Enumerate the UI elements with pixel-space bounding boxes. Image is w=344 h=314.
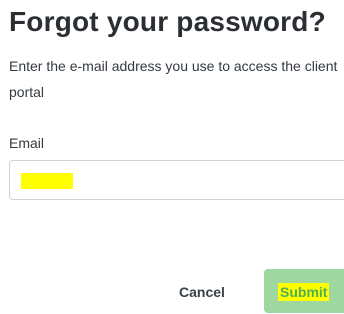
cancel-button[interactable]: Cancel <box>164 270 240 314</box>
submit-button-label: Submit <box>278 283 330 301</box>
email-field[interactable] <box>9 160 344 200</box>
form-description: Enter the e-mail address you use to acce… <box>9 58 338 100</box>
email-value-redacted <box>21 173 73 189</box>
page-title: Forgot your password? <box>9 6 326 37</box>
email-label: Email <box>9 135 45 151</box>
submit-button[interactable]: Submit <box>264 269 344 313</box>
